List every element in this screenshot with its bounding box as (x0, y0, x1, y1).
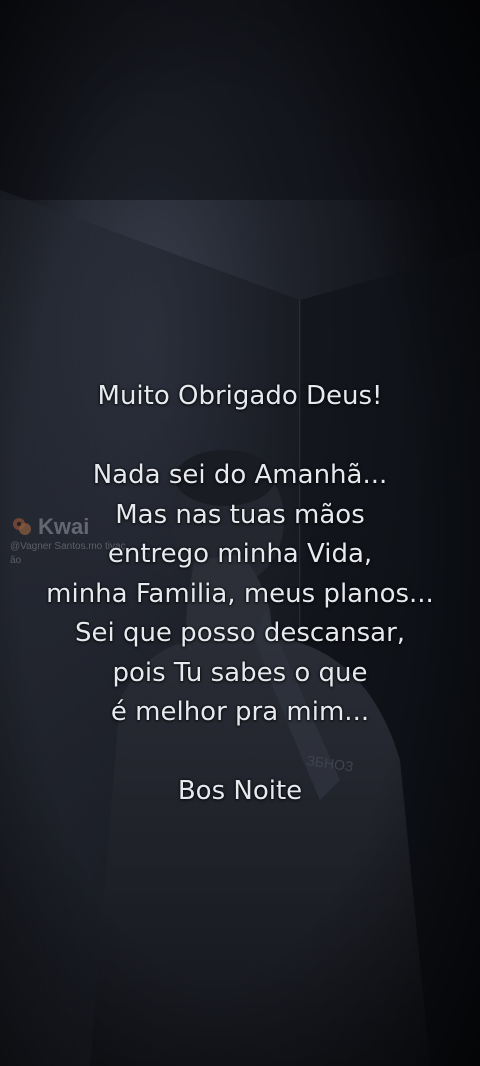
wallpaper-image: ЗБНОЗ Kwai @Vagner Santos.mo tivação Mui… (0, 0, 480, 1066)
quote-line: Nada sei do Amanhã... (92, 460, 388, 490)
quote-spacer (0, 417, 480, 457)
quote-text-block: Muito Obrigado Deus! Nada sei do Amanhã.… (0, 377, 480, 812)
quote-spacer (0, 733, 480, 773)
quote-line: Sei que posso descansar, (74, 618, 406, 648)
quote-heading: Muito Obrigado Deus! (97, 381, 383, 411)
quote-line: Mas nas tuas mãos (115, 499, 365, 530)
quote-line: minha Familia, meus planos... (46, 578, 434, 609)
quote-closing: Bos Noite (177, 776, 303, 806)
quote-line: entrego minha Vida, (107, 539, 373, 569)
quote-line: é melhor pra mim... (110, 697, 370, 727)
quote-line: pois Tu sabes o que (112, 657, 368, 688)
